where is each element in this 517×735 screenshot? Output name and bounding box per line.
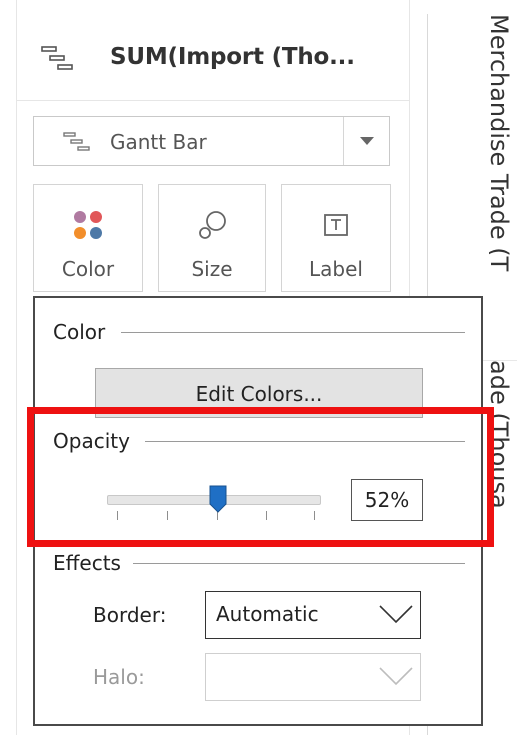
effects-section-title: Effects — [53, 551, 131, 575]
size-icon — [199, 211, 226, 239]
chevron-down-icon — [379, 667, 413, 686]
measure-title[interactable]: SUM(Import (Tho... — [110, 44, 355, 70]
mark-type-value: Gantt Bar — [110, 130, 207, 154]
label-card-label: Label — [309, 257, 363, 281]
dropdown-separator — [343, 117, 344, 165]
label-icon — [324, 214, 348, 236]
mark-type-dropdown[interactable]: Gantt Bar — [33, 116, 390, 166]
header-divider — [16, 100, 410, 101]
panel-left-border — [16, 0, 17, 735]
color-dots-icon — [74, 211, 102, 239]
gantt-bar-icon — [63, 132, 90, 151]
halo-select[interactable] — [205, 653, 421, 701]
dropdown-arrow-icon[interactable] — [360, 137, 374, 145]
size-card-label: Size — [191, 257, 233, 281]
color-card-label: Color — [61, 257, 115, 281]
highlight-annotation — [27, 407, 494, 547]
border-select-value: Automatic — [216, 602, 319, 626]
size-card-button[interactable]: Size — [158, 184, 266, 292]
effects-section-rule — [133, 563, 465, 564]
border-select[interactable]: Automatic — [205, 591, 421, 639]
axis-title-top[interactable]: Merchandise Trade (T — [489, 14, 513, 314]
color-card-button[interactable]: Color — [33, 184, 143, 292]
halo-label: Halo: — [93, 665, 145, 689]
border-label: Border: — [93, 603, 167, 627]
axis-title-top-text: Merchandise Trade (T — [489, 14, 513, 272]
color-section-rule — [121, 332, 465, 333]
gantt-bar-icon — [41, 46, 73, 70]
color-section-title: Color — [53, 320, 116, 344]
chevron-down-icon — [379, 605, 413, 624]
label-card-button[interactable]: Label — [281, 184, 391, 292]
